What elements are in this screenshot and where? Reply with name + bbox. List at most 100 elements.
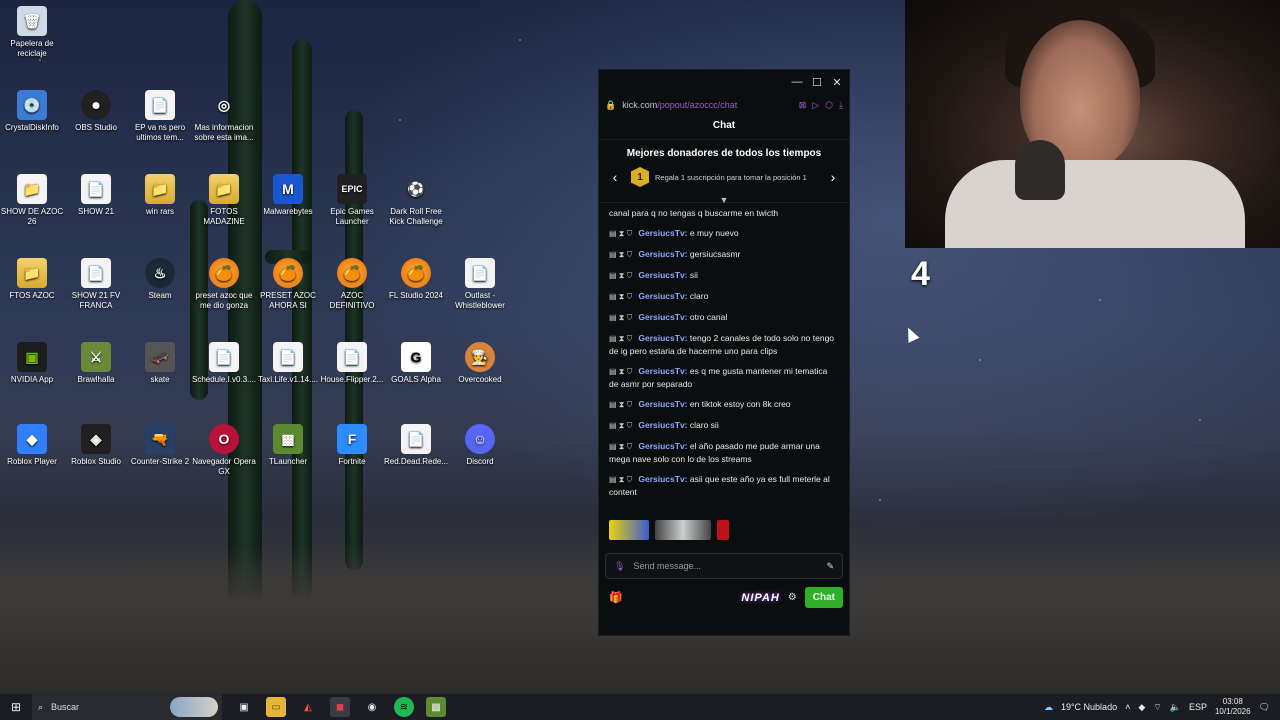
desktop-icon-opera-gx[interactable]: O Navegador Opera GX bbox=[192, 424, 256, 477]
desktop-icon-crystaldiskinfo[interactable]: 💿 CrystalDiskInfo bbox=[0, 90, 64, 133]
desktop-icon-recycle-bin[interactable]: 🗑 Papelera de reciclaje bbox=[0, 6, 64, 59]
active-app-icon[interactable]: ◼ bbox=[330, 697, 350, 717]
desktop-icon-steam[interactable]: ♨ Steam bbox=[128, 258, 192, 301]
minecraft-icon[interactable]: ▩ bbox=[426, 697, 446, 717]
folder-icon: 📁 bbox=[17, 258, 47, 288]
desktop-icon-roblox-player[interactable]: ◆ Roblox Player bbox=[0, 424, 64, 467]
chat-message: ▤ ⧗ ⛉ GersiucsTv: tengo 2 canales de todo… bbox=[609, 332, 839, 357]
volume-icon[interactable]: 🔈 bbox=[1170, 702, 1181, 713]
desktop-icon-malwarebytes[interactable]: M Malwarebytes bbox=[256, 174, 320, 217]
shield-icon[interactable]: ⊠ bbox=[799, 100, 807, 111]
desktop-icon-schedule[interactable]: 📄 Schedule.I.v0.3.... bbox=[192, 342, 256, 385]
taskbar: ⊞ ⌕ Buscar ▣ ▭ ◭ ◼ ◉ ≋ ▩ ☁ 19°C Nublado … bbox=[0, 694, 1280, 720]
chevron-left-icon[interactable]: ‹ bbox=[607, 169, 623, 185]
desktop-icon-brawlhalla[interactable]: ⚔ Brawlhalla bbox=[64, 342, 128, 385]
desktop-icon-show-azoc-26[interactable]: 📁 SHOW DE AZOC 26 bbox=[0, 174, 64, 227]
chat-username[interactable]: GersiucsTv: bbox=[638, 291, 687, 301]
roblox-studio-icon: ◈ bbox=[81, 424, 111, 454]
desktop-icon-fotos-madazine[interactable]: 📁 FOTOS MADAZINE bbox=[192, 174, 256, 227]
desktop-icon-skate[interactable]: 🛹 skate bbox=[128, 342, 192, 385]
desktop-icon-epic-games[interactable]: EPIC Epic Games Launcher bbox=[320, 174, 384, 227]
notifications-icon[interactable]: 🗨 bbox=[1259, 702, 1270, 713]
desktop-icon-roblox-studio[interactable]: ◈ Roblox Studio bbox=[64, 424, 128, 467]
desktop-icon-red-dead[interactable]: 📄 Red.Dead.Rede... bbox=[384, 424, 448, 467]
opera-gx-icon: O bbox=[209, 424, 239, 454]
desktop-icon-fortnite[interactable]: F Fortnite bbox=[320, 424, 384, 467]
chat-username[interactable]: GersiucsTv: bbox=[638, 333, 687, 343]
desktop-icon-tlauncher[interactable]: ▩ TLauncher bbox=[256, 424, 320, 467]
minimize-icon[interactable]: — bbox=[789, 76, 805, 88]
chat-username[interactable]: GersiucsTv: bbox=[638, 228, 687, 238]
desktop-icon-show-21[interactable]: 📄 SHOW 21 bbox=[64, 174, 128, 217]
soccer-ball-icon: ⚽ bbox=[407, 181, 425, 197]
chat-username[interactable]: GersiucsTv: bbox=[638, 420, 687, 430]
desktop-icon-cs2[interactable]: 🔫 Counter-Strike 2 bbox=[128, 424, 192, 467]
emote-picker-icon[interactable]: ✎ bbox=[826, 561, 834, 572]
nipah-logo[interactable]: NIPAH bbox=[741, 592, 779, 604]
donor-card[interactable]: 1 Regala 1 suscripción para tomar la pos… bbox=[623, 167, 825, 187]
desktop-icon-discord[interactable]: ☺ Discord bbox=[448, 424, 512, 467]
cactus-decoration bbox=[292, 40, 312, 600]
url-bar[interactable]: 🔒 kick.com/popout/azoccc/chat ⊠ ▷ ⬡ ⤓ bbox=[599, 94, 849, 116]
network-icon[interactable]: ⌔ bbox=[1153, 702, 1161, 713]
chevron-up-icon[interactable]: ˄ bbox=[1125, 702, 1130, 712]
play-icon[interactable]: ▷ bbox=[812, 100, 819, 111]
chat-username[interactable]: GersiucsTv: bbox=[638, 312, 687, 322]
desktop-icon-dark-roll[interactable]: ⚽ Dark Roll Free Kick Challenge bbox=[384, 174, 448, 227]
download-icon[interactable]: ⤓ bbox=[839, 100, 843, 111]
microphone-icon[interactable]: 🎙 bbox=[614, 561, 625, 572]
spotify-icon[interactable]: ≋ bbox=[394, 697, 414, 717]
folder-icon: 📁 bbox=[209, 174, 239, 204]
desktop-icon-azoc-definitivo[interactable]: 🍊 AZOC DEFINITIVO bbox=[320, 258, 384, 311]
chat-username[interactable]: GersiucsTv: bbox=[638, 249, 687, 259]
gift-icon[interactable]: 🎁 bbox=[609, 591, 623, 604]
clock[interactable]: 03:08 10/1/2026 bbox=[1215, 697, 1251, 717]
kick-chat-popout: — ☐ ✕ 🔒 kick.com/popout/azoccc/chat ⊠ ▷ … bbox=[598, 69, 850, 636]
desktop-icon-win-rars[interactable]: 📁 win rars bbox=[128, 174, 192, 217]
extensions-icon[interactable]: ⬡ bbox=[825, 100, 833, 111]
desktop-icon-preset-gonza[interactable]: 🍊 preset azoc que me dio gonza bbox=[192, 258, 256, 311]
desktop-icon-goals[interactable]: G GOALS Alpha bbox=[384, 342, 448, 385]
tlauncher-icon: ▩ bbox=[273, 424, 303, 454]
weather-text[interactable]: 19°C Nublado bbox=[1061, 702, 1117, 712]
document-icon: 📄 bbox=[81, 258, 111, 288]
brave-browser-icon[interactable]: ◭ bbox=[298, 697, 318, 717]
windows-start-icon[interactable]: ⊞ bbox=[0, 700, 32, 714]
overlay-number: 4 bbox=[911, 255, 930, 293]
gift-badge-icon: ▤ ⧗ ⛉ bbox=[609, 229, 633, 238]
date-text: 10/1/2026 bbox=[1214, 707, 1251, 716]
chat-username[interactable]: GersiucsTv: bbox=[638, 270, 687, 280]
chat-message: ▤ ⧗ ⛉ GersiucsTv: gersiucsasmr bbox=[609, 248, 839, 261]
taskbar-search[interactable]: ⌕ Buscar bbox=[32, 694, 222, 720]
desktop-icon-fl-studio[interactable]: 🍊 FL Studio 2024 bbox=[384, 258, 448, 301]
desktop-icon-taxi-life[interactable]: 📄 Taxi.Life.v1.14.... bbox=[256, 342, 320, 385]
chat-username[interactable]: GersiucsTv: bbox=[638, 474, 687, 484]
file-explorer-icon[interactable]: ▭ bbox=[266, 697, 286, 717]
desktop-icon-house-flipper[interactable]: 📄 House.Flipper.2... bbox=[320, 342, 384, 385]
desktop-icon-ftos-azoc[interactable]: 📁 FTOS AZOC bbox=[0, 258, 64, 301]
maximize-icon[interactable]: ☐ bbox=[809, 76, 825, 89]
chat-username[interactable]: GersiucsTv: bbox=[638, 366, 687, 376]
language-text[interactable]: ESP bbox=[1189, 702, 1207, 712]
chat-username[interactable]: GersiucsTv: bbox=[638, 399, 687, 409]
chat-send-button[interactable]: Chat bbox=[804, 587, 843, 608]
chrome-icon[interactable]: ◉ bbox=[362, 697, 382, 717]
desktop-icon-outlast[interactable]: 📄 Outlast - Whistleblower bbox=[448, 258, 512, 311]
url-text[interactable]: kick.com/popout/azoccc/chat bbox=[622, 100, 737, 110]
desktop-icon-nvidia[interactable]: ▣ NVIDIA App bbox=[0, 342, 64, 385]
desktop-icon-preset-ahora[interactable]: 🍊 PRESET AZOC AHORA SI bbox=[256, 258, 320, 311]
desktop-icon-show-21-fv[interactable]: 📄 SHOW 21 FV FRANCA bbox=[64, 258, 128, 311]
send-message-input[interactable]: 🎙 Send message... ✎ bbox=[605, 553, 843, 579]
chat-username[interactable]: GersiucsTv: bbox=[638, 441, 687, 451]
collapse-handle-icon[interactable]: ▼ bbox=[599, 189, 849, 205]
chevron-right-icon[interactable]: › bbox=[825, 169, 841, 185]
desktop-icon-ep-file[interactable]: 📄 EP va ns pero ultimos tem... bbox=[128, 90, 192, 143]
close-icon[interactable]: ✕ bbox=[829, 76, 845, 89]
top-donors-carousel: ‹ 1 Regala 1 suscripción para tomar la p… bbox=[599, 165, 849, 189]
tray-app-icon[interactable]: ◆ bbox=[1138, 702, 1145, 713]
desktop-icon-info[interactable]: ◎ Mas informacion sobre esta ima... bbox=[192, 90, 256, 143]
task-view-icon[interactable]: ▣ bbox=[234, 697, 254, 717]
desktop-icon-overcooked[interactable]: 👨‍🍳 Overcooked bbox=[448, 342, 512, 385]
desktop-icon-obs[interactable]: ⏺ OBS Studio bbox=[64, 90, 128, 133]
gear-icon[interactable]: ⚙ bbox=[788, 592, 797, 603]
